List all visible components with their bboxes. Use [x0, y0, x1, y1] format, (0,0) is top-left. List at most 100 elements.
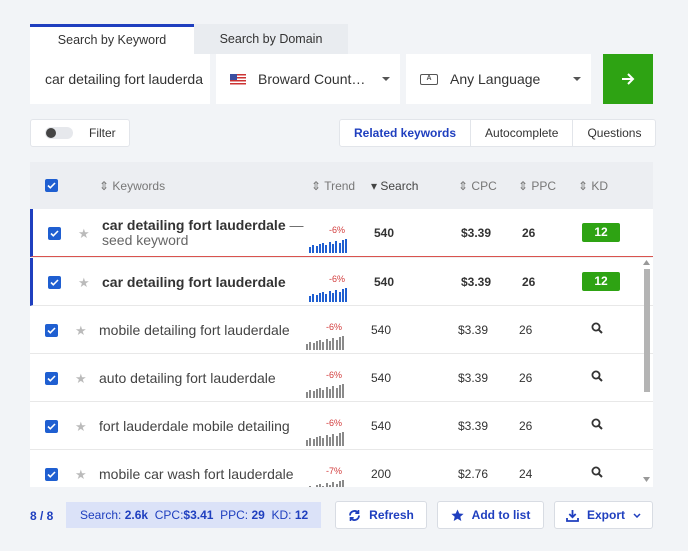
- kd-badge[interactable]: 12: [582, 272, 620, 291]
- keyword-text[interactable]: car detailing fort lauderdale: [102, 275, 286, 290]
- search-go-button[interactable]: [603, 54, 653, 104]
- us-flag-icon: [230, 73, 246, 85]
- search-icon[interactable]: [591, 466, 603, 478]
- sparkline-bar: [329, 485, 332, 487]
- sparkline-bar: [335, 241, 338, 253]
- sort-icon: ⇕: [578, 179, 589, 193]
- star-icon[interactable]: ★: [75, 371, 87, 387]
- check-icon: [47, 327, 56, 334]
- search-mode-tabs: Search by Keyword Search by Domain: [30, 24, 348, 54]
- sparkline-bar: [342, 336, 345, 350]
- sparkline-bar: [335, 290, 338, 302]
- search-icon[interactable]: [591, 322, 603, 334]
- column-keywords[interactable]: ⇕ Keywords: [99, 179, 165, 193]
- table-row[interactable]: ★ mobile car wash fort lauderdale -7% 20…: [30, 450, 653, 487]
- search-icon[interactable]: [591, 370, 603, 382]
- sparkline-bar: [335, 340, 338, 350]
- tab-autocomplete[interactable]: Autocomplete: [470, 120, 572, 146]
- table-row[interactable]: ★ fort lauderdale mobile detailing -6% 5…: [30, 402, 653, 450]
- search-bar: car detailing fort lauderda Broward Coun…: [30, 54, 591, 104]
- column-cpc[interactable]: ⇕ CPC: [458, 179, 497, 193]
- trend-percent: -6%: [325, 370, 342, 380]
- column-search[interactable]: ▾ Search: [371, 179, 418, 193]
- sparkline-bar: [338, 292, 341, 302]
- sparkline-bar: [325, 245, 328, 253]
- search-icon[interactable]: [591, 418, 603, 430]
- tab-questions[interactable]: Questions: [572, 120, 655, 146]
- row-checkbox[interactable]: [45, 420, 58, 433]
- toggle-switch[interactable]: [45, 127, 73, 139]
- keyword-text[interactable]: mobile car wash fort lauderdale: [99, 467, 294, 482]
- trend-percent: -6%: [325, 322, 342, 332]
- star-icon[interactable]: ★: [78, 226, 90, 242]
- seed-keyword-label: seed keyword: [102, 232, 189, 248]
- sparkline-bar: [309, 438, 312, 446]
- ppc-value: 26: [519, 323, 533, 337]
- chevron-down-icon: [382, 77, 390, 81]
- star-icon[interactable]: ★: [75, 467, 87, 483]
- sparkline-bar: [332, 482, 335, 487]
- sparkline-bar: [342, 384, 345, 398]
- scrollbar-thumb[interactable]: [644, 269, 650, 392]
- star-icon[interactable]: ★: [75, 419, 87, 435]
- column-kd[interactable]: ⇕ KD: [578, 179, 608, 193]
- table-row[interactable]: ★ car detailing fort lauderdale — seed ke…: [30, 209, 653, 257]
- trend-sparkline: [306, 336, 346, 350]
- tab-related-keywords[interactable]: Related keywords: [340, 120, 470, 146]
- sort-icon: ⇕: [311, 179, 322, 193]
- sparkline-bar: [345, 239, 348, 253]
- tab-search-by-keyword[interactable]: Search by Keyword: [30, 24, 194, 54]
- sparkline-bar: [329, 389, 332, 398]
- language-value: Any Language: [450, 71, 541, 87]
- tab-search-by-domain[interactable]: Search by Domain: [194, 24, 348, 54]
- ppc-value: 26: [519, 419, 533, 433]
- location-select[interactable]: Broward Count…: [216, 54, 400, 104]
- table-row[interactable]: ★ car detailing fort lauderdale -6% 540 …: [30, 258, 653, 306]
- select-all-checkbox[interactable]: [45, 179, 58, 192]
- keyword-input[interactable]: car detailing fort lauderda: [30, 54, 210, 104]
- table-row[interactable]: ★ auto detailing fort lauderdale -6% 540…: [30, 354, 653, 402]
- sparkline-bar: [322, 438, 325, 446]
- language-select[interactable]: A Any Language: [406, 54, 591, 104]
- search-volume: 540: [371, 371, 392, 385]
- search-volume: 540: [374, 275, 395, 289]
- selection-summary: Search: 2.6k CPC:$3.41 PPC: 29 KD: 12: [66, 502, 321, 528]
- sparkline-bar: [309, 247, 311, 253]
- keyword-text[interactable]: auto detailing fort lauderdale: [99, 371, 276, 386]
- refresh-button[interactable]: Refresh: [335, 501, 427, 529]
- sparkline-bar: [315, 437, 318, 446]
- sparkline-bar: [325, 294, 328, 302]
- row-checkbox[interactable]: [45, 324, 58, 337]
- location-value: Broward Count…: [258, 71, 366, 87]
- keywords-table: ⇕ Keywords ⇕ Trend ▾ Search ⇕ CPC ⇕ PPC …: [30, 162, 653, 487]
- trend-sparkline: [306, 384, 346, 398]
- table-row[interactable]: ★ mobile detailing fort lauderdale -6% 5…: [30, 306, 653, 354]
- kd-badge[interactable]: 12: [582, 223, 620, 242]
- sparkline-bar: [332, 434, 335, 446]
- keyword-text[interactable]: mobile detailing fort lauderdale: [99, 323, 290, 338]
- row-checkbox[interactable]: [48, 276, 61, 289]
- star-icon[interactable]: ★: [78, 275, 90, 291]
- sparkline-bar: [329, 437, 332, 446]
- keyword-text[interactable]: fort lauderdale mobile detailing: [99, 419, 290, 434]
- scroll-down-icon[interactable]: [643, 477, 650, 482]
- row-checkbox[interactable]: [48, 227, 61, 240]
- cpc-value: $3.39: [458, 371, 489, 385]
- selected-count: 8 / 8: [30, 509, 54, 523]
- sparkline-bar: [322, 292, 325, 302]
- star-icon[interactable]: ★: [75, 323, 87, 339]
- add-to-list-button[interactable]: Add to list: [437, 501, 544, 529]
- sparkline-bar: [319, 340, 322, 350]
- keyword-text[interactable]: car detailing fort lauderdale — seed keyw…: [102, 218, 304, 248]
- sparkline-bar: [332, 244, 335, 253]
- column-ppc[interactable]: ⇕ PPC: [518, 179, 556, 193]
- filter-toggle[interactable]: Filter: [30, 119, 130, 147]
- row-checkbox[interactable]: [45, 372, 58, 385]
- row-checkbox[interactable]: [45, 468, 58, 481]
- export-button[interactable]: Export: [554, 501, 653, 529]
- sparkline-bar: [306, 392, 308, 398]
- check-icon: [47, 182, 56, 189]
- column-trend[interactable]: ⇕ Trend: [311, 179, 355, 193]
- scroll-up-icon[interactable]: [643, 260, 650, 265]
- table-scrollbar[interactable]: [640, 259, 653, 487]
